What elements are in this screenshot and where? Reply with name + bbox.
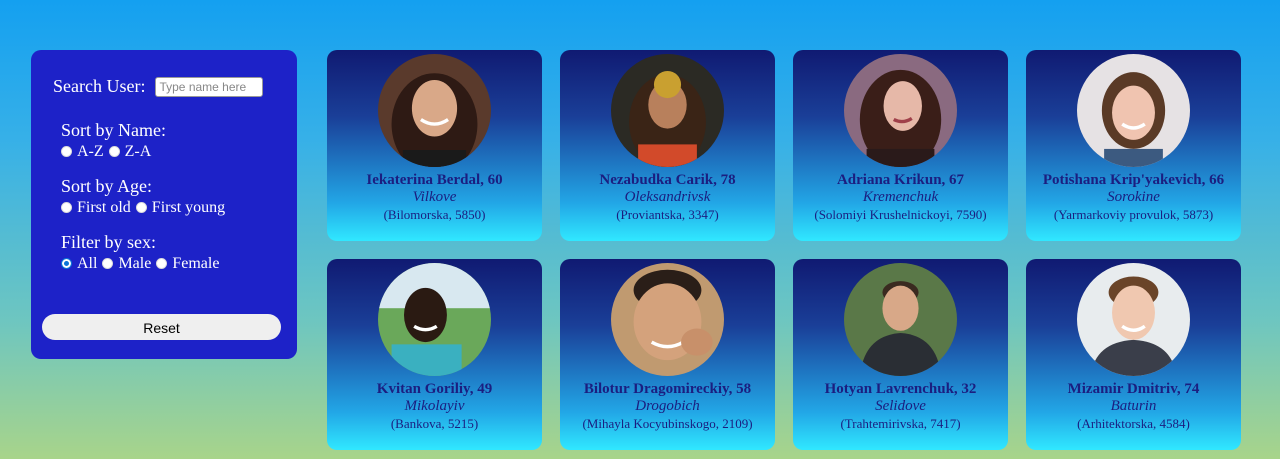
user-address: (Proviantska, 3347) — [616, 207, 719, 222]
user-card[interactable]: Adriana Krikun, 67 Kremenchuk (Solomiyi … — [793, 50, 1008, 241]
user-avatar — [610, 54, 724, 167]
user-city: Oleksandrivsk — [624, 189, 711, 205]
user-avatar — [1076, 263, 1190, 376]
sort-name-az-radio[interactable] — [61, 146, 72, 157]
filter-by-sex-group: Filter by sex: All Male Female — [61, 232, 224, 273]
filter-sex-all-radio[interactable] — [61, 258, 72, 269]
user-card[interactable]: Hotyan Lavrenchuk, 32 Selidove (Trahtemi… — [793, 259, 1008, 450]
sort-age-first-young-radio[interactable] — [135, 202, 147, 213]
user-name-age: Iekaterina Berdal, 60 — [366, 172, 503, 188]
user-card[interactable]: Nezabudka Carik, 78 Oleksandrivsk (Provi… — [560, 50, 775, 241]
filter-sex-all-label[interactable]: All — [77, 254, 97, 273]
user-card[interactable]: Kvitan Goriliy, 49 Mikolayiv (Bankova, 5… — [327, 259, 542, 450]
user-name-age: Kvitan Goriliy, 49 — [376, 381, 493, 397]
sort-name-az-label[interactable]: A-Z — [77, 142, 104, 161]
user-name-age: Bilotur Dragomireckiy, 58 — [583, 381, 752, 397]
user-address: (Bankova, 5215) — [390, 416, 479, 431]
search-label: Search User: — [53, 76, 146, 96]
user-card[interactable]: Potishana Krip'yakevich, 66 Sorokine (Ya… — [1026, 50, 1241, 241]
user-city: Sorokine — [1107, 189, 1160, 205]
user-name-age: Hotyan Lavrenchuk, 32 — [824, 381, 977, 397]
filter-sex-female-label[interactable]: Female — [172, 254, 219, 273]
user-avatar — [610, 263, 724, 376]
user-address: (Arhitektorska, 4584) — [1077, 416, 1190, 431]
user-city: Drogobich — [635, 398, 700, 414]
reset-button[interactable]: Reset — [42, 314, 281, 340]
user-card-grid: Iekaterina Berdal, 60 Vilkove (Bilomorsk… — [327, 50, 1241, 450]
filter-by-sex-title: Filter by sex: — [61, 232, 156, 252]
filter-panel: Search User: Sort by Name: A-Z Z-A Sort … — [31, 50, 297, 359]
user-address: (Mihayla Kocyubinskogo, 2109) — [582, 416, 753, 431]
user-address: (Yarmarkoviy provulok, 5873) — [1053, 207, 1214, 222]
sort-age-first-old-radio[interactable] — [61, 202, 72, 213]
user-city: Baturin — [1110, 398, 1157, 414]
sort-age-first-young-label[interactable]: First young — [152, 198, 225, 217]
user-avatar — [843, 54, 957, 167]
user-city: Mikolayiv — [404, 398, 465, 414]
user-city: Vilkove — [412, 189, 457, 205]
search-row: Search User: — [53, 76, 264, 97]
user-name-age: Nezabudka Carik, 78 — [599, 172, 736, 188]
user-city: Kremenchuk — [862, 189, 939, 205]
user-avatar — [377, 54, 491, 167]
sort-name-za-radio[interactable] — [108, 146, 120, 157]
user-name-age: Mizamir Dmitriv, 74 — [1067, 381, 1200, 397]
user-name-age: Potishana Krip'yakevich, 66 — [1042, 172, 1225, 188]
filter-sex-female-radio[interactable] — [156, 258, 168, 269]
user-address: (Solomiyi Krushelnickoyi, 7590) — [814, 207, 987, 222]
sort-by-age-title: Sort by Age: — [61, 176, 153, 196]
sort-by-age-group: Sort by Age: First old First young — [61, 176, 230, 217]
user-avatar — [377, 263, 491, 376]
user-card[interactable]: Iekaterina Berdal, 60 Vilkove (Bilomorsk… — [327, 50, 542, 241]
sort-by-name-group: Sort by Name: A-Z Z-A — [61, 120, 166, 161]
user-avatar — [843, 263, 957, 376]
user-card[interactable]: Bilotur Dragomireckiy, 58 Drogobich (Mih… — [560, 259, 775, 450]
filter-sex-male-label[interactable]: Male — [118, 254, 151, 273]
user-card[interactable]: Mizamir Dmitriv, 74 Baturin (Arhitektors… — [1026, 259, 1241, 450]
user-address: (Trahtemirivska, 7417) — [840, 416, 961, 431]
user-name-age: Adriana Krikun, 67 — [836, 172, 965, 188]
user-city: Selidove — [875, 398, 926, 414]
filter-sex-male-radio[interactable] — [102, 258, 114, 269]
user-avatar — [1076, 54, 1190, 167]
search-input[interactable] — [155, 76, 264, 97]
sort-by-name-title: Sort by Name: — [61, 120, 166, 140]
sort-age-first-old-label[interactable]: First old — [77, 198, 131, 217]
sort-name-za-label[interactable]: Z-A — [125, 142, 152, 161]
user-address: (Bilomorska, 5850) — [383, 207, 486, 222]
